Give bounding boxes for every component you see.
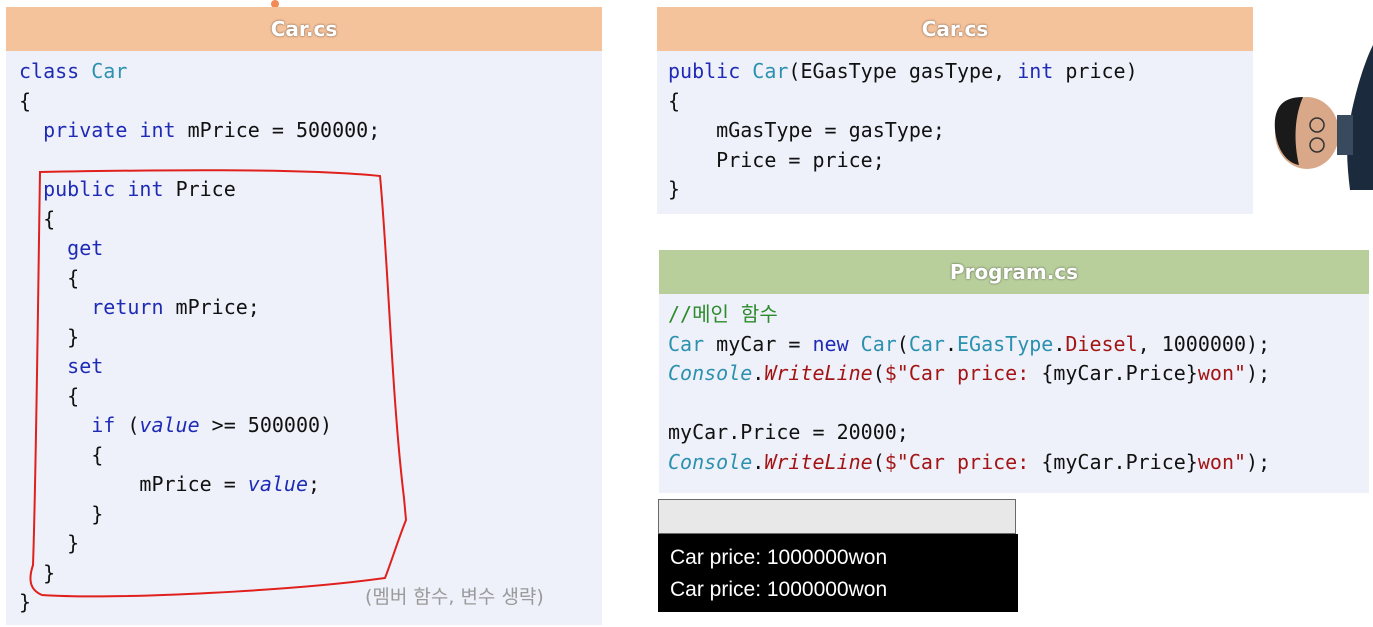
code-token: mGasType = gasType; xyxy=(668,118,945,142)
code-token: Car xyxy=(668,331,705,356)
code-token: {myCar.Price} xyxy=(1041,449,1198,474)
code-token: {myCar.Price} xyxy=(1041,361,1198,385)
right-top-code-block: public Car(EGasType gasType, int price){… xyxy=(668,57,1138,205)
code-line: mGasType = gasType; xyxy=(668,116,1138,146)
code-line: Console.WriteLine($"Car price: {myCar.Pr… xyxy=(668,359,1270,389)
code-token: WriteLine xyxy=(764,361,873,385)
code-token: . xyxy=(944,331,958,356)
code-token: ( xyxy=(872,361,885,385)
code-token: new xyxy=(812,331,861,356)
code-token: } xyxy=(668,177,681,201)
code-token: price) xyxy=(1065,59,1138,83)
console-output: Car price: 1000000won Car price: 1000000… xyxy=(658,534,1018,612)
code-token: ); xyxy=(1246,361,1271,385)
code-token: EGasType xyxy=(957,331,1054,356)
code-line: } xyxy=(668,175,1138,205)
code-token: $"Car price: xyxy=(884,449,1042,474)
code-token: (EGasType gasType, xyxy=(788,59,1018,83)
code-token: Diesel xyxy=(1065,331,1138,356)
code-token: Console xyxy=(668,361,753,385)
code-token: ); xyxy=(1246,449,1271,474)
code-token: . xyxy=(1053,331,1066,356)
code-token: Car xyxy=(860,331,897,356)
code-line: { xyxy=(668,87,1138,117)
code-line: Console.WriteLine($"Car price: {myCar.Pr… xyxy=(668,448,1270,478)
code-token: ( xyxy=(896,331,909,356)
code-token: . xyxy=(752,449,765,474)
code-token: myCar.Price = 20000; xyxy=(668,420,909,444)
code-token: won" xyxy=(1197,449,1247,474)
code-token: , 1000000); xyxy=(1137,331,1271,356)
code-token: WriteLine xyxy=(764,449,873,474)
code-token: //메인 함수 xyxy=(668,302,778,326)
program-panel-title: Program.cs xyxy=(659,250,1369,294)
code-line: Price = price; xyxy=(668,146,1138,176)
code-token: ( xyxy=(872,449,885,474)
code-token: $"Car price: xyxy=(884,361,1042,385)
code-token: Console xyxy=(668,449,753,474)
code-line: public Car(EGasType gasType, int price) xyxy=(668,57,1138,87)
console-line: Car price: 1000000won xyxy=(670,546,888,569)
code-line: //메인 함수 xyxy=(668,300,1270,330)
console-line: Car price: 1000000won xyxy=(670,578,888,601)
code-token: Price = price; xyxy=(668,147,885,172)
console-titlebar xyxy=(658,499,1016,534)
presenter-image xyxy=(1274,45,1373,190)
program-code-block: //메인 함수 Car myCar = new Car(Car.EGasType.… xyxy=(668,300,1270,477)
code-token: . xyxy=(752,361,765,385)
code-token: { xyxy=(668,88,681,113)
code-token: Car xyxy=(752,59,789,83)
code-line: myCar.Price = 20000; xyxy=(668,418,1270,448)
omission-note: (멤버 함수, 변수 생략) xyxy=(365,586,544,608)
code-token: won" xyxy=(1197,361,1247,385)
red-annotation-outline xyxy=(29,169,408,598)
code-token: public xyxy=(668,59,753,83)
code-token: Car xyxy=(908,331,945,356)
code-token: int xyxy=(1017,59,1066,83)
code-token: myCar = xyxy=(704,331,813,356)
code-line: Car myCar = new Car(Car.EGasType.Diesel,… xyxy=(668,330,1270,360)
right-top-panel-title: Car.cs xyxy=(657,7,1253,51)
